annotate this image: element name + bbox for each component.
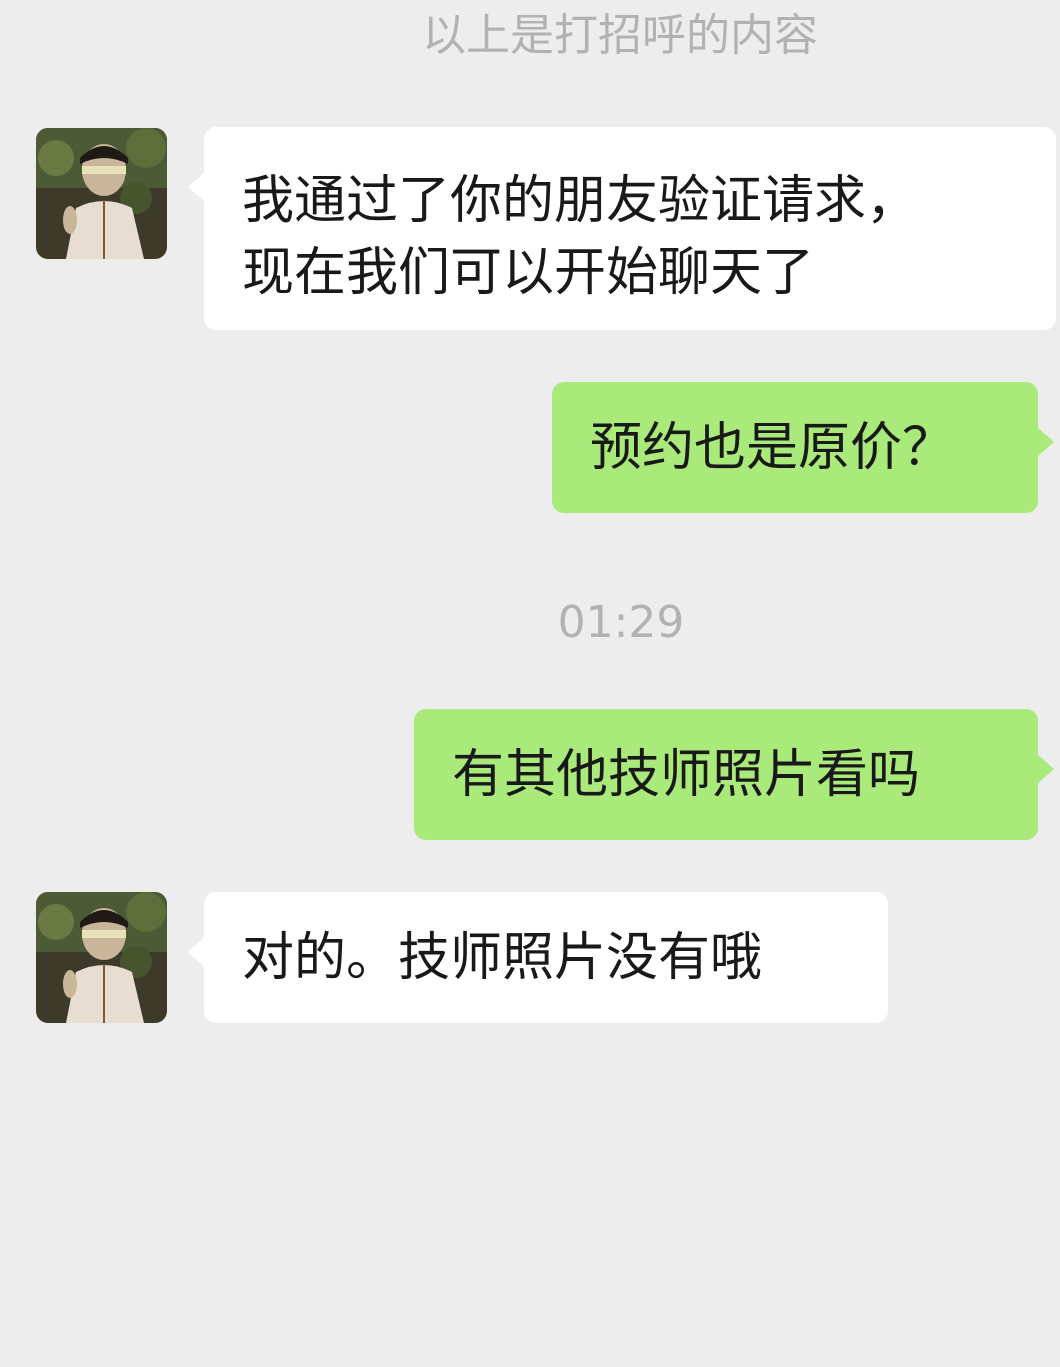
message-bubble-incoming[interactable]: 对的。技师照片没有哦 [188,892,888,1023]
message-text-line: 预约也是原价？ [590,418,955,478]
message-text-line: 现在我们可以开始聊天了 [242,243,815,303]
contact-avatar[interactable] [36,128,167,259]
message-bubble-outgoing[interactable]: 预约也是原价？ [552,382,1054,513]
message-bubble-incoming[interactable]: 我通过了你的朋友验证请求， 现在我们可以开始聊天了 [188,127,1056,330]
contact-avatar[interactable] [36,892,167,1023]
message-bubble-outgoing[interactable]: 有其他技师照片看吗 [414,709,1054,840]
timestamp: 01:29 [557,597,685,648]
avatar-photo-icon [36,892,167,1023]
message-text-line: 有其他技师照片看吗 [452,745,921,805]
system-notice: 以上是打招呼的内容 [422,10,818,61]
avatar-photo-icon [36,128,167,259]
message-text-line: 我通过了你的朋友验证请求， [242,171,919,231]
message-text-line: 对的。技师照片没有哦 [242,928,763,988]
